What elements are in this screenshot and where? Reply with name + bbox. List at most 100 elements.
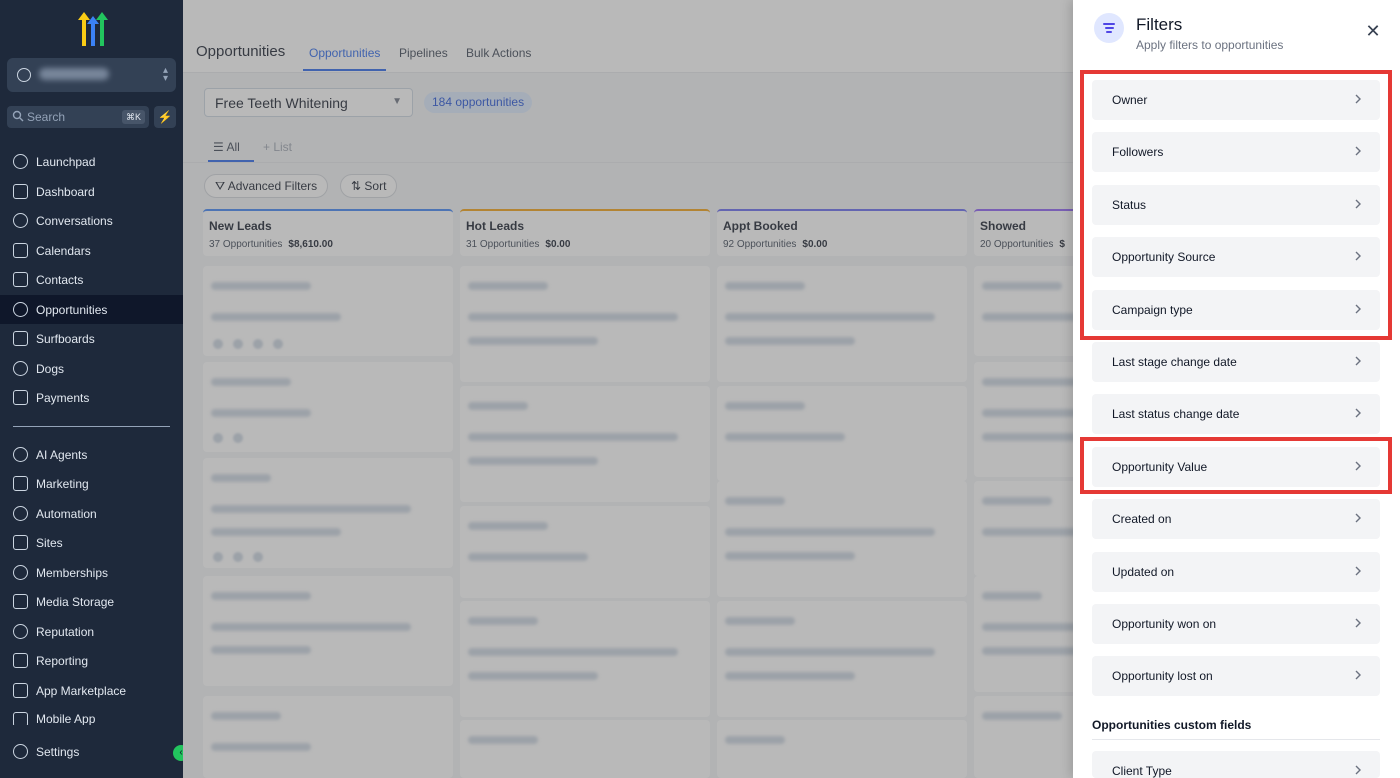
chevron-updown-icon: ▴ ▾	[162, 65, 168, 84]
chevron-right-icon	[1355, 356, 1361, 366]
sidebar-item-label: Dogs	[36, 361, 65, 376]
search-placeholder: Search	[27, 110, 66, 124]
sidebar-item-label: AI Agents	[36, 447, 88, 462]
sidebar-item-label: Automation	[36, 506, 97, 521]
sidebar-item-dashboard[interactable]: Dashboard	[0, 177, 183, 206]
chevron-right-icon	[1355, 566, 1361, 576]
sidebar-item-media-storage[interactable]: Media Storage	[0, 587, 183, 616]
star-icon	[13, 624, 28, 639]
sidebar-item-reporting[interactable]: Reporting	[0, 646, 183, 675]
sidebar-item-label: Settings	[36, 744, 80, 759]
sidebar-item-app-marketplace[interactable]: App Marketplace	[0, 676, 183, 705]
gear-icon	[13, 744, 28, 759]
surfboard-icon	[13, 331, 28, 346]
filter-label: Updated on	[1112, 565, 1175, 579]
highlight-box-top-filters	[1080, 70, 1392, 340]
highlight-box-opportunity-value	[1080, 437, 1392, 494]
sidebar-item-label: Media Storage	[36, 594, 115, 609]
sidebar-item-label: Contacts	[36, 272, 84, 287]
sidebar-item-label: Launchpad	[36, 154, 96, 169]
chevron-right-icon	[1355, 408, 1361, 418]
sidebar-item-label: Reporting	[36, 653, 89, 668]
sidebar-item-label: Conversations	[36, 213, 113, 228]
quick-action-bolt-icon[interactable]: ⚡	[154, 106, 176, 128]
image-icon	[13, 594, 28, 609]
filter-label: Last stage change date	[1112, 355, 1237, 369]
account-name-redacted	[39, 68, 109, 80]
sparkle-icon	[13, 447, 28, 462]
sidebar-item-mobile-app[interactable]: Mobile App	[0, 705, 183, 725]
sidebar-item-label: Payments	[36, 390, 90, 405]
chat-icon	[13, 213, 28, 228]
grid-icon	[13, 683, 28, 698]
close-icon[interactable]: ✕	[1364, 22, 1382, 40]
opportunities-icon	[13, 302, 28, 317]
send-icon	[13, 476, 28, 491]
membership-icon	[13, 565, 28, 580]
filter-opportunity-won-on[interactable]: Opportunity won on	[1092, 604, 1380, 644]
sidebar-item-label: Marketing	[36, 476, 89, 491]
sites-icon	[13, 535, 28, 550]
sidebar-item-memberships[interactable]: Memberships	[0, 558, 183, 587]
sidebar-item-settings[interactable]: Settings	[0, 737, 183, 766]
paw-icon	[13, 361, 28, 376]
panel-subtitle: Apply filters to opportunities	[1136, 38, 1284, 52]
filter-label: Opportunity won on	[1112, 617, 1217, 631]
sidebar-item-reputation[interactable]: Reputation	[0, 617, 183, 646]
sidebar-item-launchpad[interactable]: Launchpad	[0, 147, 183, 176]
chevron-right-icon	[1355, 618, 1361, 628]
sidebar-item-conversations[interactable]: Conversations	[0, 206, 183, 235]
account-switcher[interactable]: ▴ ▾	[7, 58, 176, 92]
sidebar: ▴ ▾ Search ⌘K ⚡ Launchpad Dashboard Conve…	[0, 0, 189, 778]
trend-icon	[13, 653, 28, 668]
sidebar-item-payments[interactable]: Payments	[0, 383, 183, 412]
filter-last-stage-change-date[interactable]: Last stage change date	[1092, 342, 1380, 382]
search-shortcut: ⌘K	[121, 110, 145, 124]
sidebar-item-label: Mobile App	[36, 712, 96, 725]
filter-client-type[interactable]: Client Type	[1092, 751, 1380, 778]
filter-updated-on[interactable]: Updated on	[1092, 552, 1380, 592]
sidebar-item-ai-agents[interactable]: AI Agents	[0, 440, 183, 469]
sidebar-divider	[13, 426, 170, 427]
filters-panel: Filters Apply filters to opportunities ✕…	[1073, 0, 1400, 778]
calendar-icon	[13, 243, 28, 258]
sidebar-item-opportunities[interactable]: Opportunities	[0, 295, 183, 324]
filter-label: Client Type	[1112, 764, 1172, 778]
sidebar-item-label: App Marketplace	[36, 683, 127, 698]
sidebar-item-surfboards[interactable]: Surfboards	[0, 324, 183, 353]
sidebar-item-calendars[interactable]: Calendars	[0, 236, 183, 265]
chevron-right-icon	[1355, 670, 1361, 680]
sidebar-item-label: Dashboard	[36, 184, 95, 199]
sidebar-item-label: Sites	[36, 535, 63, 550]
sidebar-item-label: Calendars	[36, 243, 91, 258]
sidebar-item-label: Memberships	[36, 565, 109, 580]
sidebar-item-dogs[interactable]: Dogs	[0, 354, 183, 383]
filter-label: Opportunity lost on	[1112, 669, 1213, 683]
user-icon	[17, 68, 31, 82]
sidebar-item-label: Reputation	[36, 624, 95, 639]
app-logo[interactable]	[72, 12, 112, 46]
receipt-icon	[13, 390, 28, 405]
sidebar-item-label: Surfboards	[36, 331, 95, 346]
filter-last-status-change-date[interactable]: Last status change date	[1092, 394, 1380, 434]
mobile-icon	[13, 712, 28, 725]
dashboard-icon	[13, 184, 28, 199]
chevron-right-icon	[1355, 513, 1361, 523]
sidebar-item-sites[interactable]: Sites	[0, 528, 183, 557]
sidebar-item-label: Opportunities	[36, 302, 108, 317]
filter-label: Last status change date	[1112, 407, 1240, 421]
filter-icon	[1094, 13, 1124, 43]
search-icon	[12, 110, 24, 122]
sidebar-item-contacts[interactable]: Contacts	[0, 265, 183, 294]
chevron-right-icon	[1355, 765, 1361, 775]
automation-icon	[13, 506, 28, 521]
sidebar-item-marketing[interactable]: Marketing	[0, 469, 183, 498]
sidebar-search[interactable]: Search ⌘K	[7, 106, 149, 128]
filter-opportunity-lost-on[interactable]: Opportunity lost on	[1092, 656, 1380, 696]
divider	[1092, 739, 1380, 740]
contacts-icon	[13, 272, 28, 287]
sidebar-item-automation[interactable]: Automation	[0, 499, 183, 528]
filter-created-on[interactable]: Created on	[1092, 499, 1380, 539]
custom-fields-heading: Opportunities custom fields	[1092, 718, 1252, 732]
launchpad-icon	[13, 154, 28, 169]
